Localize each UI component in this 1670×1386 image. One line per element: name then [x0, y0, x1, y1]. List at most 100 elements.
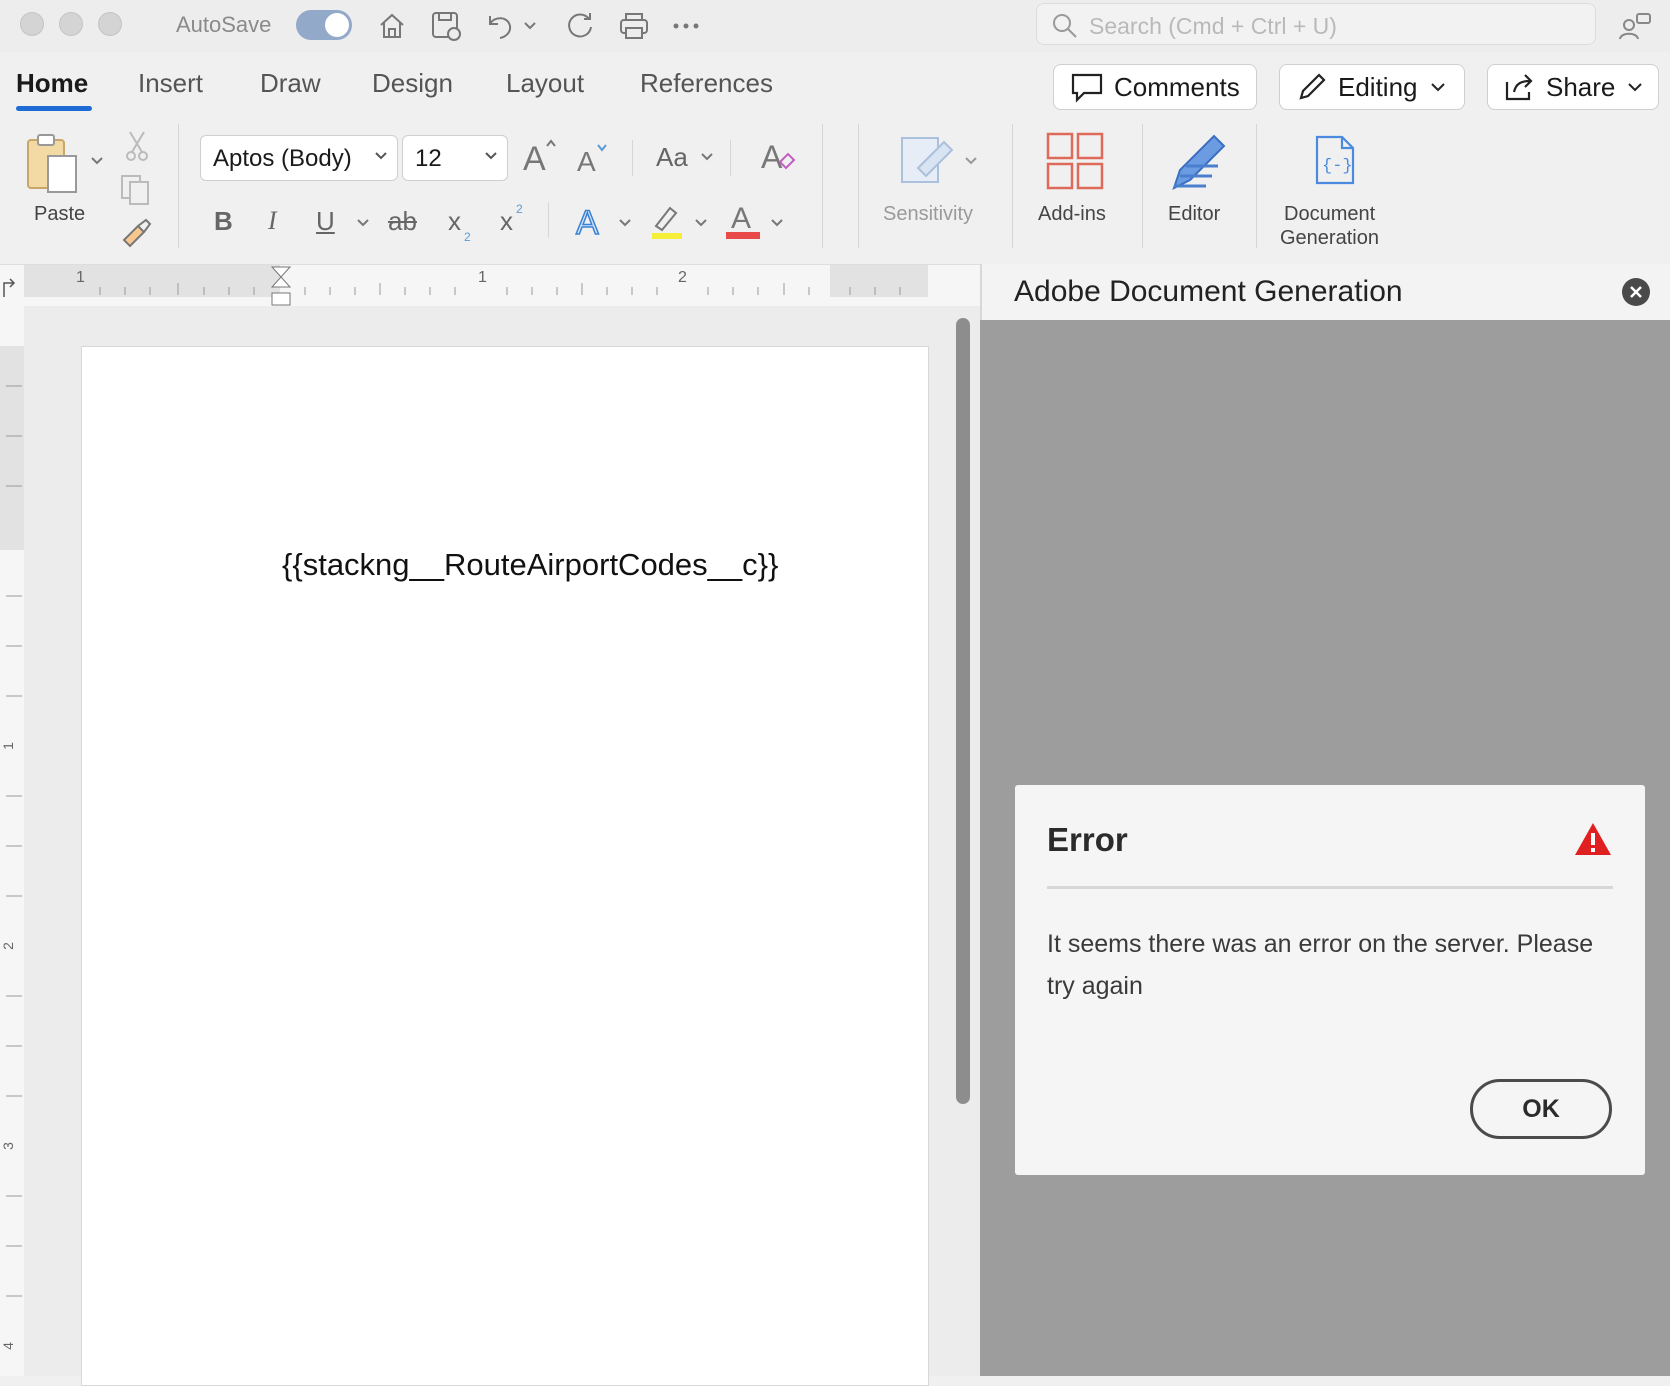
- search-placeholder: Search (Cmd + Ctrl + U): [1089, 13, 1337, 39]
- subscript-button[interactable]: x 2: [444, 206, 474, 244]
- tab-design[interactable]: Design: [372, 68, 453, 99]
- editor-icon[interactable]: [1166, 130, 1232, 196]
- error-dialog-title: Error: [1047, 821, 1128, 858]
- vertical-ruler: 1 2 3 4: [0, 306, 24, 1376]
- document-text[interactable]: {{stackng__RouteAirportCodes__c}}: [282, 547, 778, 583]
- editing-mode-button[interactable]: Editing: [1279, 64, 1465, 110]
- save-icon[interactable]: [426, 6, 466, 46]
- document-page[interactable]: {{stackng__RouteAirportCodes__c}}: [81, 346, 929, 1386]
- svg-text:A: A: [731, 202, 751, 235]
- tab-draw[interactable]: Draw: [260, 68, 321, 99]
- document-generation-label-line1: Document: [1284, 203, 1376, 225]
- sensitivity-icon[interactable]: [900, 132, 958, 190]
- paste-options-chevron-icon[interactable]: [90, 156, 104, 166]
- change-case-button[interactable]: Aa: [656, 142, 688, 173]
- close-icon: [1630, 286, 1642, 298]
- font-name-value: Aptos (Body): [213, 145, 352, 172]
- format-painter-icon[interactable]: [120, 218, 152, 248]
- sensitivity-chevron-icon[interactable]: [964, 156, 978, 166]
- paste-label: Paste: [34, 203, 86, 225]
- editing-label: Editing: [1338, 71, 1418, 102]
- paste-icon[interactable]: [24, 132, 80, 196]
- tab-references[interactable]: References: [640, 68, 773, 99]
- sensitivity-label: Sensitivity: [883, 203, 974, 225]
- tab-home[interactable]: Home: [16, 68, 88, 99]
- strikethrough-button[interactable]: ab: [388, 206, 417, 237]
- svg-text:A: A: [577, 146, 596, 174]
- task-pane-header: Adobe Document Generation: [980, 264, 1670, 320]
- error-dialog: Error It seems there was an error on the…: [1015, 785, 1645, 1175]
- pencil-icon: [1299, 73, 1326, 100]
- text-effects-icon[interactable]: A: [574, 202, 608, 238]
- chevron-down-icon: [485, 152, 497, 160]
- warning-icon: [1575, 823, 1611, 855]
- editor-label: Editor: [1168, 203, 1221, 225]
- chevron-down-icon: [1628, 83, 1643, 92]
- clear-formatting-icon[interactable]: A: [760, 138, 796, 174]
- search-icon: [1053, 14, 1077, 38]
- addins-icon[interactable]: [1046, 132, 1106, 192]
- ruler-mark: 3: [0, 1142, 16, 1150]
- font-size-value: 12: [415, 145, 442, 172]
- chevron-down-icon: [1430, 83, 1445, 92]
- copy-icon[interactable]: [120, 174, 152, 206]
- comments-button[interactable]: Comments: [1053, 64, 1257, 110]
- tab-layout[interactable]: Layout: [506, 68, 584, 99]
- grow-font-icon[interactable]: A: [522, 138, 558, 174]
- comments-label: Comments: [1114, 71, 1240, 102]
- ruler-mark: 1: [76, 269, 85, 286]
- search-box[interactable]: Search (Cmd + Ctrl + U): [1036, 3, 1596, 45]
- underline-options-chevron-icon[interactable]: [356, 218, 370, 228]
- font-color-chevron-icon[interactable]: [770, 218, 784, 228]
- minimize-window-button[interactable]: [59, 12, 83, 36]
- share-people-icon[interactable]: [1616, 6, 1656, 46]
- comment-icon: [1071, 73, 1103, 103]
- redo-icon[interactable]: [560, 6, 600, 46]
- ok-button[interactable]: OK: [1470, 1079, 1612, 1139]
- zoom-window-button[interactable]: [98, 12, 122, 36]
- home-icon[interactable]: [372, 6, 412, 46]
- share-label: Share: [1546, 71, 1616, 102]
- svg-text:A: A: [523, 140, 546, 174]
- shrink-font-icon[interactable]: A: [576, 142, 610, 174]
- more-options-icon[interactable]: [666, 6, 706, 46]
- autosave-label: AutoSave: [176, 12, 272, 37]
- share-button[interactable]: Share: [1487, 64, 1659, 110]
- error-message: It seems there was an error on the serve…: [1047, 930, 1594, 1000]
- font-color-icon[interactable]: A: [726, 200, 760, 240]
- undo-icon[interactable]: [480, 6, 520, 46]
- print-icon[interactable]: [614, 6, 654, 46]
- undo-dropdown-chevron-icon[interactable]: [518, 6, 542, 46]
- title-bar: AutoSave Search (Cmd + Ctrl + U): [0, 0, 1670, 52]
- document-generation-label-line2: Generation: [1280, 227, 1379, 249]
- font-name-select[interactable]: Aptos (Body): [200, 135, 398, 181]
- dialog-divider: [1047, 886, 1613, 889]
- autosave-toggle[interactable]: [296, 10, 352, 40]
- font-size-select[interactable]: 12: [402, 135, 508, 181]
- text-effects-chevron-icon[interactable]: [618, 218, 632, 228]
- highlighter-icon[interactable]: [650, 202, 684, 240]
- addins-label: Add-ins: [1038, 203, 1106, 225]
- active-tab-indicator: [16, 106, 92, 111]
- document-scrollbar[interactable]: [956, 318, 970, 1104]
- tab-insert[interactable]: Insert: [138, 68, 203, 99]
- bold-button[interactable]: B: [214, 206, 233, 237]
- horizontal-ruler: 1 1 2: [0, 264, 980, 308]
- svg-text:{-}: {-}: [1322, 157, 1353, 176]
- close-window-button[interactable]: [20, 12, 44, 36]
- italic-button[interactable]: I: [268, 206, 277, 236]
- ruler-mark: 1: [0, 742, 16, 750]
- task-pane-title: Adobe Document Generation: [1014, 275, 1403, 308]
- underline-button[interactable]: U: [316, 206, 335, 237]
- highlight-color-chevron-icon[interactable]: [694, 218, 708, 228]
- close-task-pane-button[interactable]: [1622, 278, 1650, 306]
- change-case-chevron-icon[interactable]: [700, 152, 714, 162]
- cut-icon[interactable]: [124, 130, 150, 162]
- svg-text:A: A: [761, 139, 783, 174]
- svg-text:A: A: [576, 204, 599, 238]
- ruler-mark: 2: [678, 269, 687, 286]
- ruler-mark: 4: [0, 1342, 16, 1350]
- superscript-button[interactable]: x 2: [496, 202, 526, 240]
- document-generation-icon[interactable]: {-}: [1314, 134, 1356, 186]
- chevron-down-icon: [375, 152, 387, 160]
